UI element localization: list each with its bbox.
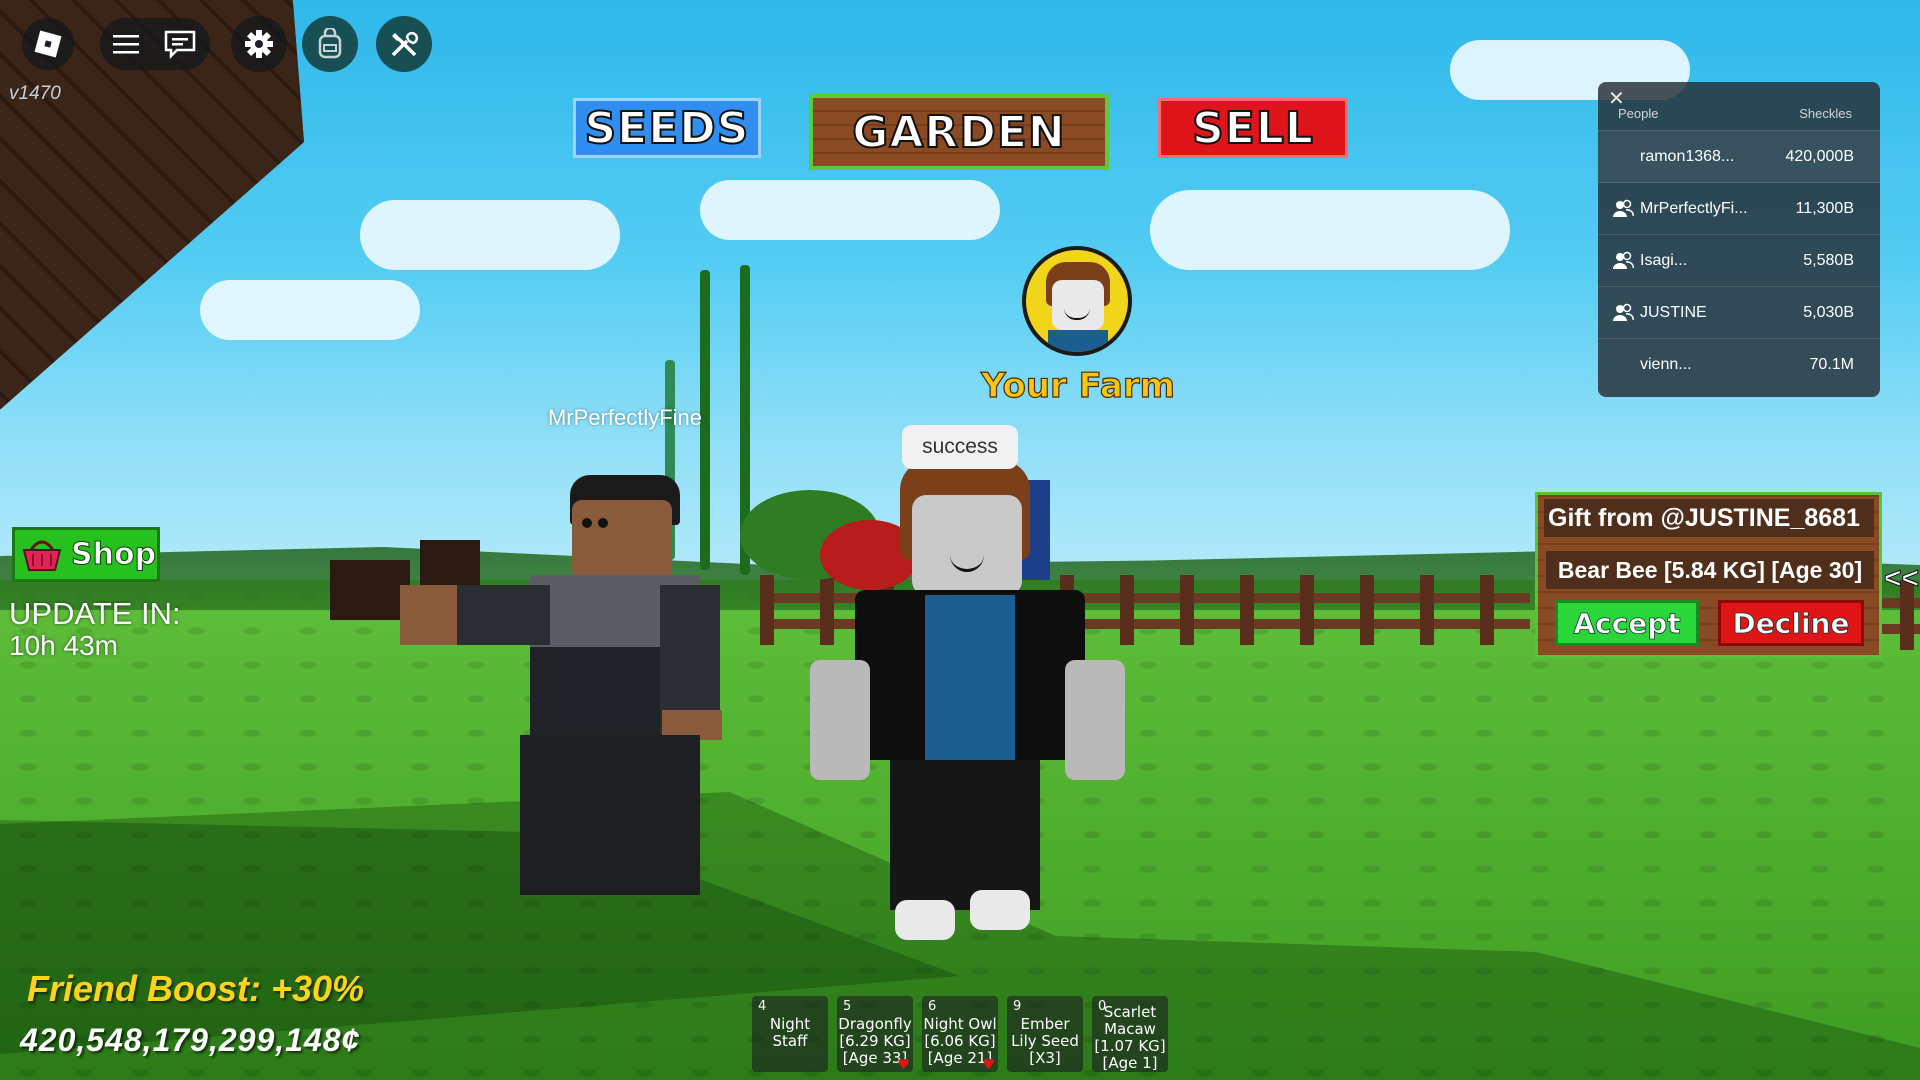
cloud <box>1150 190 1510 270</box>
cloud <box>360 200 620 270</box>
leaderboard-row[interactable]: JUSTINE 5,030B <box>1598 286 1880 339</box>
collapse-button[interactable]: << <box>1883 562 1919 596</box>
update-label: UPDATE IN: <box>9 596 181 631</box>
settings-button[interactable] <box>231 16 287 72</box>
leaderboard-value: 5,580B <box>1803 252 1854 269</box>
hotbar-slot[interactable]: 9 Ember Lily Seed [X3] <box>1007 996 1083 1072</box>
build-tools-button[interactable] <box>376 16 432 72</box>
chat-bubble: success <box>902 425 1018 469</box>
slot-label: Scarlet Macaw [1.07 KG] [Age 1] <box>1094 1003 1166 1072</box>
hotbar-slot[interactable]: 0 Scarlet Macaw [1.07 KG] [Age 1] <box>1092 996 1168 1072</box>
hotbar-slot[interactable]: 6 Night Owl [6.06 KG] [Age 21] ♥ <box>922 996 998 1073</box>
farm-owner-avatar <box>1022 246 1132 356</box>
hotbar-slot[interactable]: 5 Dragonfly [6.29 KG] [Age 33] ♥ <box>837 996 913 1073</box>
sheckles-balance: 420,548,179,299,148¢ <box>20 1022 361 1058</box>
leaderboard-name: vienn... <box>1640 356 1692 373</box>
shop-button[interactable]: Shop <box>12 527 160 582</box>
friend-icon <box>1612 198 1638 220</box>
cloud <box>200 280 420 340</box>
leaderboard-name: JUSTINE <box>1640 304 1707 321</box>
friend-boost: Friend Boost: +30% <box>27 968 365 1009</box>
leaderboard-row[interactable]: Isagi... 5,580B <box>1598 234 1880 287</box>
accept-button[interactable]: Accept <box>1555 600 1699 646</box>
settings-gear-icon <box>245 30 273 58</box>
cloud <box>700 180 1000 240</box>
slot-key: 9 <box>1013 999 1022 1014</box>
your-farm-label: Your Farm <box>980 365 1176 406</box>
leaderboard-value: 70.1M <box>1809 356 1854 373</box>
shop-basket-icon <box>22 540 62 571</box>
favorite-heart-icon: ♥ <box>897 1057 910 1073</box>
leaderboard-value: 5,030B <box>1803 304 1854 321</box>
update-time: 10h 43m <box>9 630 118 661</box>
update-timer: UPDATE IN: 10h 43m <box>9 598 181 662</box>
player-leaderboard: ✕ People Sheckles ramon1368... 420,000B … <box>1598 82 1880 397</box>
leaderboard-row[interactable]: vienn... 70.1M <box>1598 338 1880 391</box>
backpack-button[interactable] <box>302 16 358 72</box>
roblox-menu-button[interactable] <box>22 18 74 70</box>
avatar-mrperfectlyfine[interactable] <box>400 470 780 900</box>
slot-key: 6 <box>928 999 937 1014</box>
player-nametag: MrPerfectlyFine <box>547 405 703 430</box>
favorite-heart-icon: ♥ <box>982 1057 995 1073</box>
chat-button[interactable] <box>154 18 206 70</box>
slot-key: 5 <box>843 999 852 1014</box>
friend-icon <box>1612 302 1638 324</box>
leaderboard-name: Isagi... <box>1640 252 1688 269</box>
backpack-icon <box>318 28 342 59</box>
slot-label: Night Staff <box>769 1015 811 1050</box>
chat-icon <box>164 30 196 59</box>
avatar-player[interactable] <box>800 460 1140 950</box>
slot-key: 4 <box>758 999 767 1014</box>
roblox-logo-icon <box>34 30 62 58</box>
shop-label: Shop <box>70 537 157 573</box>
people-header: People <box>1618 106 1659 121</box>
dark-structure <box>330 560 410 620</box>
sell-tab[interactable]: SELL <box>1158 98 1348 158</box>
build-tools-icon <box>391 31 419 57</box>
seeds-tab[interactable]: SEEDS <box>573 98 761 158</box>
gift-item: Bear Bee [5.84 KG] [Age 30] <box>1546 551 1874 589</box>
leaderboard-row[interactable]: MrPerfectlyFi... 11,300B <box>1598 182 1880 235</box>
friend-icon <box>1612 250 1638 272</box>
garden-tab[interactable]: GARDEN <box>809 94 1109 170</box>
decline-button[interactable]: Decline <box>1718 600 1864 646</box>
gift-title: Gift from @JUSTINE_8681 <box>1544 499 1874 537</box>
leaderboard-value: 11,300B <box>1795 200 1854 217</box>
leaderboard-value: 420,000B <box>1785 148 1854 165</box>
leaderboard-row[interactable]: ramon1368... 420,000B <box>1598 130 1880 183</box>
slot-label: Ember Lily Seed [X3] <box>1011 1015 1079 1067</box>
leaderboard-name: ramon1368... <box>1640 148 1735 165</box>
sheckles-header: Sheckles <box>1799 106 1852 121</box>
leaderboard-name: MrPerfectlyFi... <box>1640 200 1748 217</box>
menu-button[interactable] <box>100 18 152 70</box>
menu-icon <box>113 35 139 54</box>
version-label: v1470 <box>9 83 61 104</box>
hotbar-slot[interactable]: 4 Night Staff <box>752 996 828 1072</box>
gift-dialog: Gift from @JUSTINE_8681 Bear Bee [5.84 K… <box>1535 492 1882 658</box>
